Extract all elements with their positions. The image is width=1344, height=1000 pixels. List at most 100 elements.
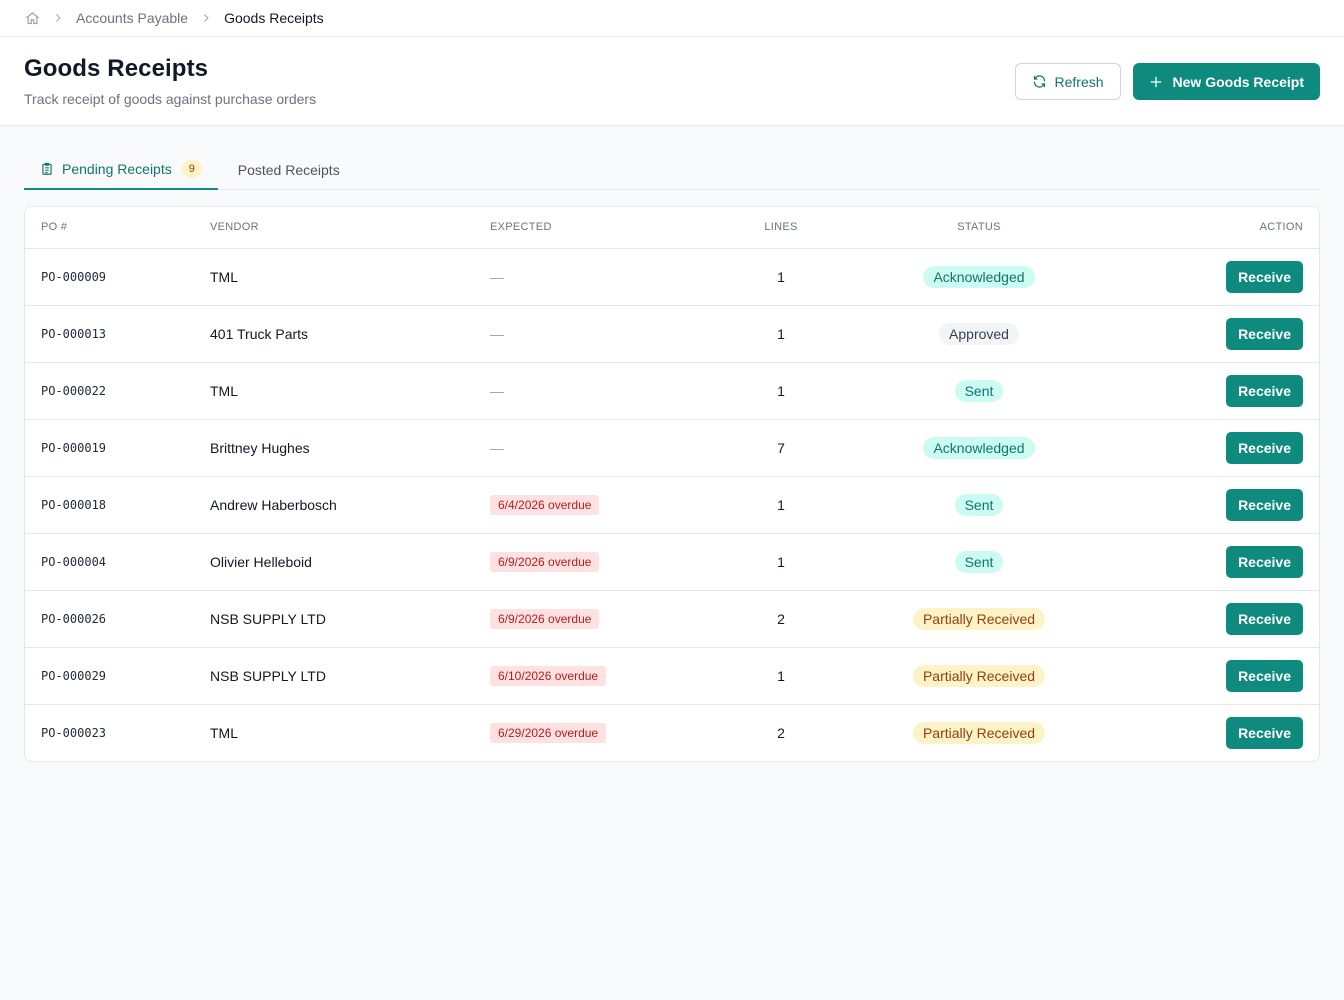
status-badge: Sent bbox=[954, 493, 1004, 516]
expected-cell: — bbox=[474, 362, 704, 420]
breadcrumb-accounts-payable[interactable]: Accounts Payable bbox=[76, 10, 188, 26]
status-badge: Acknowledged bbox=[923, 436, 1035, 459]
tab-pending-label: Pending Receipts bbox=[62, 160, 172, 177]
receipt-tabs: Pending Receipts 9 Posted Receipts bbox=[24, 153, 1320, 190]
status-badge: Partially Received bbox=[912, 607, 1046, 630]
overdue-badge: 6/4/2026 overdue bbox=[490, 494, 600, 515]
receive-button[interactable]: Receive bbox=[1226, 659, 1303, 692]
po-number[interactable]: PO-000022 bbox=[25, 362, 194, 420]
po-number[interactable]: PO-000004 bbox=[25, 533, 194, 591]
vendor-name: Olivier Helleboid bbox=[194, 533, 474, 591]
table-row[interactable]: PO-000009 TML — 1 Acknowledged Receive bbox=[25, 248, 1319, 306]
table-row[interactable]: PO-000019 Brittney Hughes — 7 Acknowledged Re… bbox=[25, 419, 1319, 477]
lines-count: 1 bbox=[704, 362, 858, 420]
header-actions: Refresh New Goods Receipt bbox=[1014, 63, 1320, 100]
chevron-right-icon bbox=[52, 12, 64, 24]
lines-count: 1 bbox=[704, 647, 858, 705]
home-icon[interactable] bbox=[24, 10, 40, 26]
expected-cell: 6/9/2026 overdue bbox=[474, 533, 704, 591]
table-row[interactable]: PO-000026 NSB SUPPLY LTD 6/9/2026 overdue 2… bbox=[25, 590, 1319, 648]
receive-button[interactable]: Receive bbox=[1226, 260, 1303, 293]
status-cell: Partially Received bbox=[858, 704, 1100, 761]
expected-empty: — bbox=[490, 268, 504, 285]
status-cell: Approved bbox=[858, 305, 1100, 363]
column-header-vendor[interactable]: VENDOR bbox=[194, 207, 474, 249]
column-header-lines[interactable]: LINES bbox=[704, 207, 858, 249]
po-number[interactable]: PO-000026 bbox=[25, 590, 194, 648]
expected-cell: — bbox=[474, 419, 704, 477]
overdue-badge: 6/29/2026 overdue bbox=[490, 722, 607, 743]
vendor-name: NSB SUPPLY LTD bbox=[194, 590, 474, 648]
po-number[interactable]: PO-000029 bbox=[25, 647, 194, 705]
receive-button[interactable]: Receive bbox=[1226, 431, 1303, 464]
clipboard-icon bbox=[40, 162, 54, 176]
refresh-icon bbox=[1032, 74, 1047, 89]
plus-icon bbox=[1149, 75, 1163, 89]
action-cell: Receive bbox=[1100, 704, 1319, 761]
po-number[interactable]: PO-000018 bbox=[25, 476, 194, 534]
overdue-badge: 6/10/2026 overdue bbox=[490, 665, 607, 686]
expected-cell: 6/4/2026 overdue bbox=[474, 476, 704, 534]
status-cell: Sent bbox=[858, 362, 1100, 420]
refresh-label: Refresh bbox=[1054, 73, 1104, 90]
vendor-name: Andrew Haberbosch bbox=[194, 476, 474, 534]
vendor-name: NSB SUPPLY LTD bbox=[194, 647, 474, 705]
table-row[interactable]: PO-000018 Andrew Haberbosch 6/4/2026 overd… bbox=[25, 476, 1319, 534]
receive-button[interactable]: Receive bbox=[1226, 545, 1303, 578]
action-cell: Receive bbox=[1100, 647, 1319, 705]
status-cell: Partially Received bbox=[858, 590, 1100, 648]
po-number[interactable]: PO-000009 bbox=[25, 248, 194, 306]
table-row[interactable]: PO-000022 TML — 1 Sent Receive bbox=[25, 362, 1319, 420]
table-row[interactable]: PO-000029 NSB SUPPLY LTD 6/10/2026 overdue… bbox=[25, 647, 1319, 705]
receive-button[interactable]: Receive bbox=[1226, 602, 1303, 635]
po-number[interactable]: PO-000023 bbox=[25, 704, 194, 761]
refresh-button[interactable]: Refresh bbox=[1014, 63, 1121, 100]
table-row[interactable]: PO-000023 TML 6/29/2026 overdue 2 Partially … bbox=[25, 704, 1319, 761]
receive-button[interactable]: Receive bbox=[1226, 374, 1303, 407]
receive-button[interactable]: Receive bbox=[1226, 488, 1303, 521]
breadcrumb-bar: Accounts Payable Goods Receipts bbox=[0, 0, 1344, 37]
expected-cell: — bbox=[474, 305, 704, 363]
receive-button[interactable]: Receive bbox=[1226, 317, 1303, 350]
expected-cell: 6/9/2026 overdue bbox=[474, 590, 704, 648]
action-cell: Receive bbox=[1100, 305, 1319, 363]
status-cell: Acknowledged bbox=[858, 248, 1100, 306]
vendor-name: Brittney Hughes bbox=[194, 419, 474, 477]
po-number[interactable]: PO-000013 bbox=[25, 305, 194, 363]
column-header-po[interactable]: PO # bbox=[25, 207, 194, 249]
pending-receipts-table: PO # VENDOR EXPECTED LINES STATUS ACTION… bbox=[24, 206, 1320, 762]
table-row[interactable]: PO-000013 401 Truck Parts — 1 Approved Receiv… bbox=[25, 305, 1319, 363]
column-header-expected[interactable]: EXPECTED bbox=[474, 207, 704, 249]
action-cell: Receive bbox=[1100, 419, 1319, 477]
status-badge: Acknowledged bbox=[923, 265, 1035, 288]
tab-pending-receipts[interactable]: Pending Receipts 9 bbox=[24, 153, 218, 190]
receive-button[interactable]: Receive bbox=[1226, 716, 1303, 749]
table-header-row: PO # VENDOR EXPECTED LINES STATUS ACTION bbox=[25, 207, 1319, 249]
action-cell: Receive bbox=[1100, 476, 1319, 534]
lines-count: 2 bbox=[704, 590, 858, 648]
lines-count: 1 bbox=[704, 305, 858, 363]
lines-count: 1 bbox=[704, 476, 858, 534]
overdue-badge: 6/9/2026 overdue bbox=[490, 608, 600, 629]
table-row[interactable]: PO-000004 Olivier Helleboid 6/9/2026 overd… bbox=[25, 533, 1319, 591]
new-goods-receipt-button[interactable]: New Goods Receipt bbox=[1132, 63, 1320, 100]
page-header: Goods Receipts Track receipt of goods ag… bbox=[0, 37, 1344, 126]
vendor-name: TML bbox=[210, 724, 238, 741]
expected-empty: — bbox=[490, 439, 504, 456]
expected-empty: — bbox=[490, 325, 504, 342]
tab-posted-receipts[interactable]: Posted Receipts bbox=[218, 153, 356, 189]
status-cell: Sent bbox=[858, 533, 1100, 591]
status-badge: Sent bbox=[954, 379, 1004, 402]
action-cell: Receive bbox=[1100, 533, 1319, 591]
status-cell: Sent bbox=[858, 476, 1100, 534]
expected-cell: 6/29/2026 overdue bbox=[474, 704, 704, 761]
status-badge: Partially Received bbox=[912, 664, 1046, 687]
po-number[interactable]: PO-000019 bbox=[25, 419, 194, 477]
vendor-name: TML bbox=[194, 362, 474, 420]
vendor-name: TML bbox=[194, 248, 474, 306]
lines-count: 1 bbox=[704, 533, 858, 591]
pending-count-badge: 9 bbox=[181, 159, 202, 178]
column-header-status[interactable]: STATUS bbox=[858, 207, 1100, 249]
new-goods-receipt-label: New Goods Receipt bbox=[1172, 73, 1304, 90]
lines-count: 7 bbox=[704, 419, 858, 477]
